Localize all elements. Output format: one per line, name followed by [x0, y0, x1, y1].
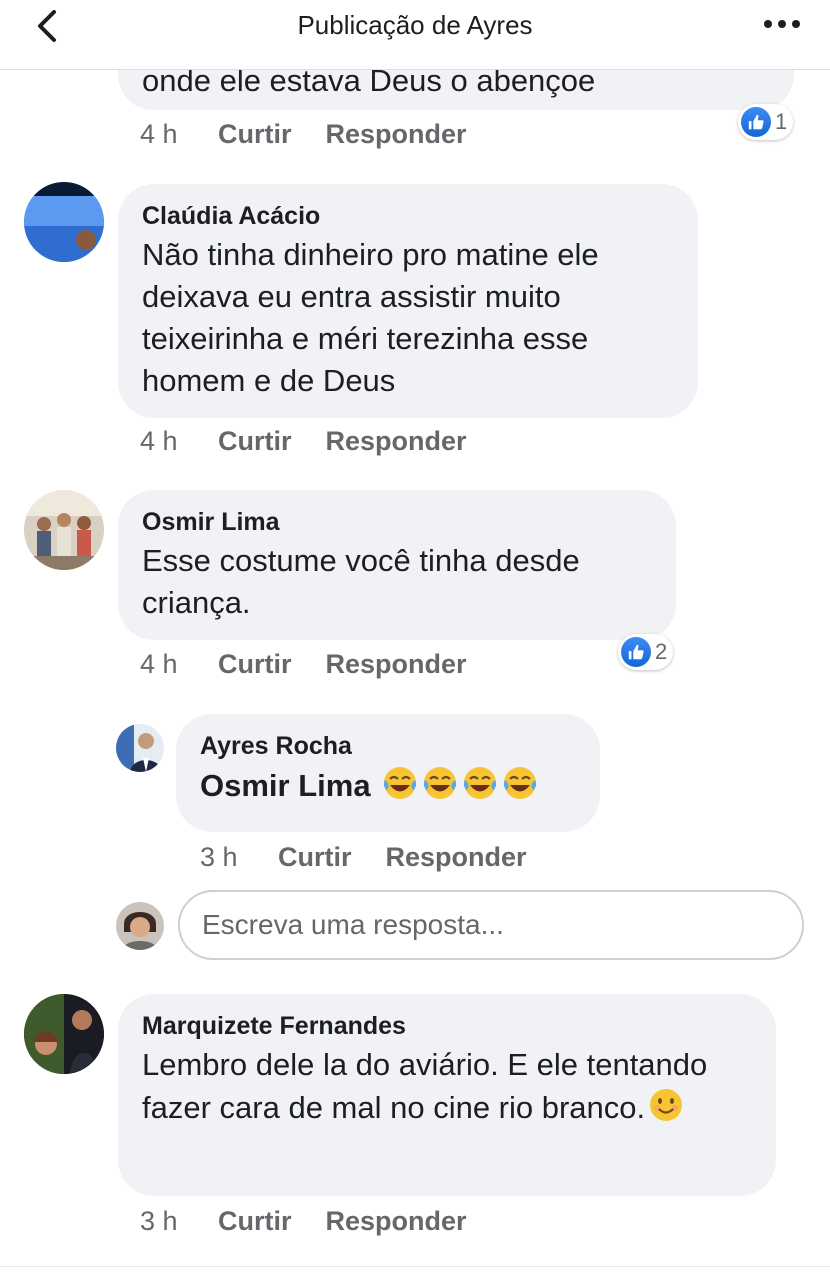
like-button[interactable]: Curtir [218, 426, 292, 457]
comment-bubble: Ayres Rocha Osmir Lima [176, 714, 600, 832]
avatar[interactable] [116, 724, 164, 772]
comment-time: 3 h [140, 1205, 178, 1236]
like-button[interactable]: Curtir [278, 842, 352, 873]
like-reaction-icon [621, 637, 651, 667]
reaction-count[interactable]: 1 [738, 104, 794, 140]
comment-actions: 3 h Curtir Responder [140, 1201, 501, 1241]
comment-actions: 4 h Curtir Responder [140, 421, 501, 461]
comment-author[interactable]: Osmir Lima [142, 504, 652, 540]
tears-of-joy-emoji [461, 764, 499, 802]
comment-time: 4 h [140, 118, 178, 149]
comment-author[interactable]: Ayres Rocha [200, 728, 576, 764]
reaction-number: 2 [655, 639, 668, 664]
reaction-number: 1 [775, 109, 788, 134]
comment-time: 4 h [140, 648, 178, 679]
comment-text-body: Lembro dele la do aviário. E ele tentand… [142, 1047, 708, 1125]
comment-text: Lembro dele la do aviário. E ele tentand… [142, 1044, 752, 1129]
avatar[interactable] [24, 490, 104, 570]
page-title: Publicação de Ayres [297, 10, 533, 40]
divider [0, 1266, 830, 1267]
comment-bubble: Osmir Lima Esse costume você tinha desde… [118, 490, 676, 640]
top-bar: Publicação de Ayres [0, 0, 830, 70]
avatar[interactable] [24, 182, 104, 262]
comment-time: 4 h [140, 425, 178, 456]
like-button[interactable]: Curtir [218, 649, 292, 680]
comment-actions: 3 h Curtir Responder [200, 837, 561, 877]
smiling-face-emoji [647, 1086, 685, 1124]
comment-text: Não tinha dinheiro pro matine ele deixav… [142, 237, 599, 398]
like-button[interactable]: Curtir [218, 119, 292, 150]
mention-link[interactable]: Osmir Lima [200, 768, 371, 803]
avatar[interactable] [24, 994, 104, 1074]
reply-button[interactable]: Responder [326, 649, 467, 680]
reaction-count[interactable]: 2 [618, 634, 674, 670]
comment-author[interactable]: Marquizete Fernandes [142, 1008, 752, 1044]
avatar [116, 902, 164, 950]
more-options-icon[interactable] [764, 16, 800, 32]
comment-actions: 4 h Curtir Responder [140, 114, 501, 154]
reply-placeholder: Escreva uma resposta... [202, 909, 504, 940]
reply-button[interactable]: Responder [326, 1206, 467, 1237]
tears-of-joy-emoji [501, 764, 539, 802]
reply-button[interactable]: Responder [386, 842, 527, 873]
reply-button[interactable]: Responder [326, 426, 467, 457]
tears-of-joy-emoji [381, 764, 419, 802]
like-button[interactable]: Curtir [218, 1206, 292, 1237]
comment-author[interactable]: Claúdia Acácio [142, 198, 674, 234]
comment-bubble: Claúdia Acácio Não tinha dinheiro pro ma… [118, 184, 698, 418]
comment-text: Esse costume você tinha desde criança. [142, 543, 580, 620]
like-reaction-icon [741, 107, 771, 137]
comment-bubble: Marquizete Fernandes Lembro dele la do a… [118, 994, 776, 1196]
comment-actions: 4 h Curtir Responder [140, 644, 501, 684]
reply-input[interactable]: Escreva uma resposta... [178, 890, 804, 960]
comment-text: Osmir Lima [200, 764, 576, 807]
tears-of-joy-emoji [421, 764, 459, 802]
reply-button[interactable]: Responder [326, 119, 467, 150]
comment-time: 3 h [200, 841, 238, 872]
